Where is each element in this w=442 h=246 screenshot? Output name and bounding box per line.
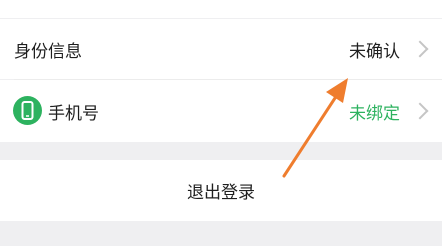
phone-number-label: 手机号 bbox=[48, 103, 99, 124]
phone-number-row[interactable]: 手机号 未绑定 bbox=[0, 80, 442, 142]
identity-info-label: 身份信息 bbox=[14, 41, 82, 62]
chevron-right-icon bbox=[411, 102, 429, 120]
identity-status-value: 未确认 bbox=[349, 41, 400, 62]
identity-info-row[interactable]: 身份信息 未确认 bbox=[0, 19, 442, 79]
top-strip bbox=[0, 0, 442, 18]
phone-icon bbox=[13, 96, 42, 125]
phone-binding-status: 未绑定 bbox=[349, 103, 400, 124]
logout-button[interactable]: 退出登录 bbox=[0, 160, 442, 221]
chevron-right-icon bbox=[411, 40, 429, 58]
logout-label: 退出登录 bbox=[187, 183, 255, 203]
